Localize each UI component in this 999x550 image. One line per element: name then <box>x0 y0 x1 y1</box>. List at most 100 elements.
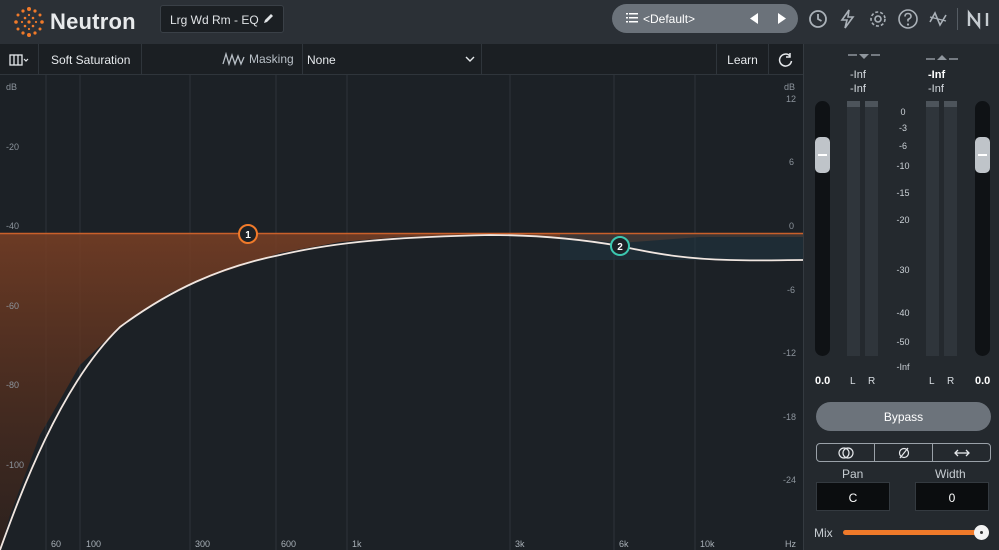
input-meter-arrow-icon <box>848 54 880 59</box>
swap-channels-button[interactable] <box>933 444 990 461</box>
freq-unit-label: Hz <box>785 539 796 549</box>
low-cut-fill <box>0 234 803 550</box>
input-gain-value: 0.0 <box>815 375 831 387</box>
input-peak-readout: -Inf <box>850 69 866 81</box>
width-value: 0 <box>948 491 956 505</box>
pan-value: C <box>848 491 858 505</box>
mix-slider-handle[interactable] <box>974 525 989 540</box>
input-gain-fader[interactable] <box>815 101 830 356</box>
input-meter-left <box>847 101 860 356</box>
meter-scale-label: -40 <box>896 308 910 318</box>
signal-chain-icon[interactable] <box>927 8 949 30</box>
view-toggle-button[interactable] <box>0 44 39 75</box>
left-tick-label: -80 <box>6 380 20 390</box>
top-bar: Neutron Lrg Wd Rm - EQ <Default> <box>0 0 999 44</box>
output-gain-value: 0.0 <box>975 375 991 387</box>
divider <box>957 8 958 30</box>
swap-arrows-icon <box>953 449 970 456</box>
mix-slider[interactable] <box>843 530 989 535</box>
left-axis-title: dB <box>6 82 18 92</box>
pan-label: Pan <box>842 467 864 481</box>
preset-selector-label: <Default> <box>643 12 696 26</box>
stereo-mode-group <box>816 443 991 462</box>
bypass-label: Bypass <box>883 410 924 424</box>
meter-scale-label: -6 <box>898 141 907 151</box>
right-tick-label: -18 <box>783 412 797 422</box>
eq-display[interactable]: 1 2 dB -20 -40 -60 -80 -100 dB 12 6 0 -6… <box>0 75 803 550</box>
help-icon[interactable] <box>897 8 919 30</box>
eq-node-2-label: 2 <box>617 242 623 253</box>
next-preset-icon[interactable] <box>776 12 788 25</box>
bypass-button[interactable]: Bypass <box>816 402 991 431</box>
history-icon[interactable] <box>807 8 829 30</box>
pencil-icon[interactable] <box>262 12 275 25</box>
freq-tick-label: 600 <box>281 539 297 549</box>
input-gain-handle[interactable] <box>815 137 830 173</box>
eq-graph[interactable]: 1 2 <box>0 75 803 550</box>
right-tick-label: 6 <box>789 157 795 167</box>
soft-saturation-label: Soft Saturation <box>51 52 131 67</box>
input-channel-label: R <box>868 376 876 387</box>
right-tick-label: -6 <box>787 285 796 295</box>
mix-label: Mix <box>814 526 833 540</box>
masking-icon[interactable] <box>222 52 246 66</box>
native-instruments-logo-icon[interactable] <box>966 8 994 30</box>
soft-saturation-button[interactable]: Soft Saturation <box>39 44 142 75</box>
phase-invert-icon <box>898 447 909 458</box>
neutron-logo-icon <box>14 7 44 37</box>
masking-select[interactable]: None <box>302 44 482 75</box>
left-tick-label: -40 <box>6 221 20 231</box>
width-field[interactable]: 0 <box>915 482 989 511</box>
eq-toolbar: Soft Saturation Masking None Learn <box>0 44 803 75</box>
output-meter-left <box>926 101 939 356</box>
width-label: Width <box>935 467 966 481</box>
meter-scale-label: -30 <box>896 265 910 275</box>
eq-node-1-label: 1 <box>245 230 251 241</box>
previous-preset-icon[interactable] <box>748 12 760 25</box>
neutron-logo: Neutron <box>12 5 136 39</box>
freq-tick-label: 3k <box>515 539 525 549</box>
meter-scale-label: -Inf <box>896 362 910 372</box>
freq-tick-label: 100 <box>86 539 102 549</box>
reset-button[interactable] <box>769 44 803 75</box>
left-tick-label: -60 <box>6 301 20 311</box>
output-meter-arrow-icon <box>926 55 958 60</box>
eq-gridlines <box>45 75 696 550</box>
output-meter-right <box>944 101 957 356</box>
mono-icon <box>837 446 854 459</box>
gear-icon[interactable] <box>867 8 889 30</box>
freq-tick-label: 60 <box>51 539 62 549</box>
freq-tick-label: 300 <box>195 539 211 549</box>
meter-scale-label: -10 <box>896 161 910 171</box>
preset-name-field[interactable]: Lrg Wd Rm - EQ <box>160 5 284 33</box>
right-tick-label: -12 <box>783 348 797 358</box>
input-meter-right <box>865 101 878 356</box>
freq-tick-label: 10k <box>700 539 715 549</box>
masking-label: Masking <box>249 52 294 66</box>
meter-scale-label: -50 <box>896 337 910 347</box>
meter-scale-label: -20 <box>896 215 910 225</box>
chevron-down-icon <box>465 56 475 62</box>
io-panel: -Inf -Inf -Inf -Inf 0 -3 -6 -10 -15 -20 … <box>803 44 999 550</box>
learn-label: Learn <box>727 52 758 67</box>
eq-node-1[interactable]: 1 <box>238 224 258 244</box>
output-gain-fader[interactable] <box>975 101 990 356</box>
right-tick-label: 12 <box>786 94 797 104</box>
list-icon <box>626 13 638 23</box>
lightning-icon[interactable] <box>837 8 859 30</box>
input-rms-readout: -Inf <box>850 83 866 95</box>
output-channel-label: L <box>929 376 935 387</box>
left-tick-label: -100 <box>6 460 25 470</box>
phase-invert-button[interactable] <box>875 444 933 461</box>
output-gain-handle[interactable] <box>975 137 990 173</box>
output-peak-readout: -Inf <box>928 69 946 81</box>
meter-scale-label: -15 <box>896 188 910 198</box>
preset-name-text: Lrg Wd Rm - EQ <box>170 13 259 27</box>
learn-button[interactable]: Learn <box>716 44 769 75</box>
mono-button[interactable] <box>817 444 875 461</box>
right-axis-title: dB <box>784 82 796 92</box>
pan-field[interactable]: C <box>816 482 890 511</box>
preset-selector[interactable]: <Default> <box>612 4 798 33</box>
input-channel-label: L <box>850 376 856 387</box>
eq-node-2[interactable]: 2 <box>610 236 630 256</box>
